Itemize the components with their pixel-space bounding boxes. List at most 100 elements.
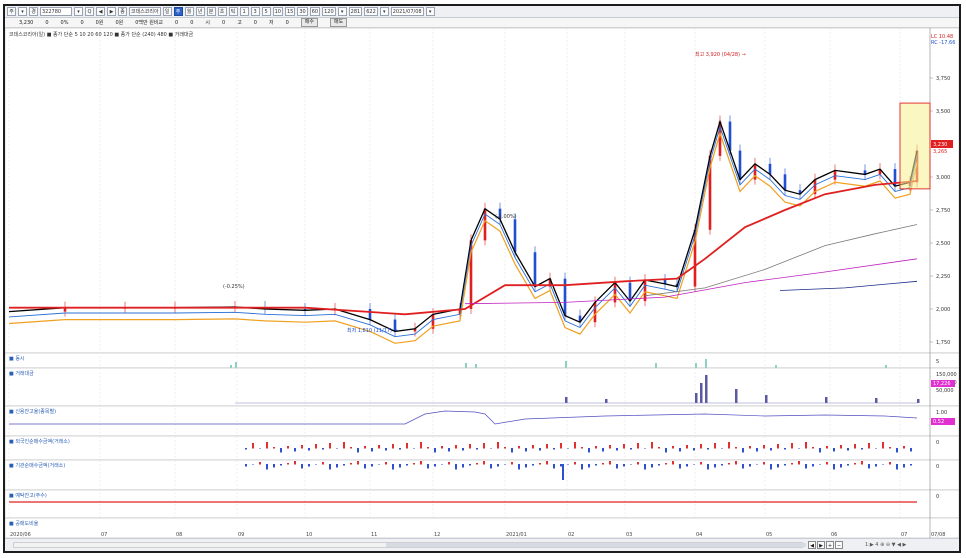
foreign-net-bar — [273, 447, 275, 449]
toolbar-button-27[interactable]: 622 — [364, 7, 378, 16]
status-bar: ◀ ▶ + − 1:▶ 4 ⊕ ⊖ ▼ ◀ ▶ — [5, 538, 959, 551]
toolbar-button-25[interactable]: ▾ — [337, 7, 347, 16]
trade-value-bar — [917, 399, 920, 403]
foreign-net-bar — [469, 444, 471, 449]
institution-net-bar — [609, 461, 611, 465]
institution-net-bar — [455, 464, 457, 470]
institution-net-bar — [245, 464, 247, 467]
toolbar-button-13[interactable]: 년 — [195, 7, 205, 16]
toolbar-button-10[interactable]: 일 — [162, 7, 172, 16]
sell-button[interactable]: 매도 — [329, 18, 348, 27]
foreign-net-bar — [574, 442, 576, 449]
toolbar-button-23[interactable]: 60 — [309, 7, 321, 16]
y-tick-label: 2,500 — [936, 241, 950, 247]
current-price-label: 3,230 — [933, 142, 947, 148]
foreign-net-bar — [714, 443, 716, 449]
institution-net-bar — [539, 463, 541, 465]
info-value-4: 0원 — [95, 20, 104, 26]
toolbar-button-8[interactable]: 종 — [118, 7, 127, 16]
panel-6 — [5, 489, 959, 519]
institution-net-bar — [665, 463, 667, 465]
foreign-net-bar — [497, 442, 499, 449]
candle-body — [533, 252, 537, 287]
candle-body — [513, 219, 517, 253]
price-panel-title: 코데스코리아(일) ■ 종가 단순 5 10 20 60 120 ■ 종가 단순… — [9, 31, 194, 38]
toolbar-button-16[interactable]: 틱 — [228, 7, 238, 16]
toolbar-button-24[interactable]: 120 — [322, 7, 336, 16]
status-right-text: 1:▶ 4 ⊕ ⊖ ▼ ◀ ▶ — [865, 542, 907, 548]
info-value-3: 0 — [80, 19, 84, 26]
foreign-net-bar — [581, 447, 583, 449]
toolbar-button-21[interactable]: 15 — [284, 7, 296, 16]
trade-value-bar — [735, 389, 738, 403]
scroll-left-button[interactable]: ◀ — [808, 541, 816, 549]
institution-net-bar — [868, 464, 870, 469]
toolbar-button-19[interactable]: 5 — [261, 7, 271, 16]
foreign-net-bar — [602, 448, 604, 452]
institution-net-bar — [651, 464, 653, 468]
foreign-net-bar — [770, 448, 772, 451]
institution-net-bar — [504, 464, 506, 465]
foreign-net-bar — [840, 445, 842, 449]
toolbar-button-7[interactable]: ▶ — [107, 7, 116, 16]
toolbar-button-4[interactable]: ▾ — [74, 7, 83, 16]
foreign-net-bar — [476, 448, 478, 450]
foreign-net-bar — [329, 443, 331, 449]
foreign-net-bar — [679, 448, 681, 452]
toolbar-button-12[interactable]: 월 — [184, 7, 194, 16]
subpanel-tick: 0 — [936, 440, 939, 446]
buy-button[interactable]: 매수 — [300, 18, 318, 27]
volume-bar — [465, 363, 467, 368]
zoom-in-button[interactable]: + — [826, 541, 834, 549]
horizontal-scrollbar[interactable] — [13, 542, 806, 548]
toolbar-button-22[interactable]: 30 — [297, 7, 308, 16]
institution-net-bar — [350, 463, 352, 465]
institution-net-bar — [861, 461, 863, 465]
toolbar-button-17[interactable]: 1 — [239, 7, 249, 16]
toolbar-button-28[interactable]: ▾ — [379, 7, 389, 16]
institution-net-bar — [518, 464, 520, 470]
info-value-10: 0 — [222, 19, 226, 26]
foreign-net-bar — [861, 448, 863, 450]
foreign-net-bar — [847, 448, 849, 451]
foreign-net-bar — [266, 442, 268, 449]
subpanel-tick: 50,000 — [936, 388, 954, 394]
trade-value-bar — [825, 397, 828, 403]
y-tick-label: 3,000 — [936, 175, 950, 181]
foreign-net-bar — [560, 443, 562, 449]
foreign-net-bar — [651, 442, 653, 449]
institution-net-bar — [679, 464, 681, 469]
toolbar-button-0[interactable]: 주 — [7, 7, 16, 16]
toolbar-button-18[interactable]: 3 — [250, 7, 260, 16]
toolbar-button-26[interactable]: 281 — [348, 7, 363, 16]
toolbar-button-30[interactable]: ▾ — [425, 7, 435, 16]
institution-net-bar — [623, 464, 625, 467]
scrollbar-thumb[interactable] — [386, 543, 806, 547]
trade-value-bar — [605, 399, 608, 403]
toolbar-button-5[interactable]: Q — [85, 7, 94, 16]
toolbar-button-6[interactable]: ◀ — [96, 7, 105, 16]
info-value-5: 0원 — [115, 20, 124, 26]
zoom-out-button[interactable]: − — [835, 541, 843, 549]
subpanel-badge-label: 0.52 — [933, 419, 944, 425]
subpanel-badge-label: 17,226 — [933, 381, 951, 387]
chart-area[interactable]: 2020/06 07 08 09 10 11 12 2021/01 02 03 04 05 06 07 07… — [5, 28, 959, 538]
toolbar-button-14[interactable]: 분 — [206, 7, 216, 16]
foreign-net-bar — [336, 448, 338, 449]
toolbar-button-3[interactable]: 322780 — [40, 7, 72, 16]
toolbar-button-2[interactable]: 경 — [29, 7, 38, 16]
toolbar-button-15[interactable]: 초 — [217, 7, 227, 16]
institution-net-bar — [903, 464, 905, 468]
toolbar-button-1[interactable]: ▾ — [18, 7, 27, 16]
scroll-right-button[interactable]: ▶ — [817, 541, 825, 549]
price-info-row: 3,230 0 0% 0 0원 0원 0백만 원비교 0 0 시 0 고 0 저 0 매수 매도 — [5, 18, 959, 28]
institution-net-bar — [875, 464, 877, 467]
foreign-net-bar — [763, 445, 765, 449]
toolbar-button-20[interactable]: 10 — [272, 7, 283, 16]
toolbar-button-11[interactable]: 주 — [173, 7, 183, 16]
panel-5 — [5, 459, 959, 491]
institution-net-bar — [756, 464, 758, 465]
info-value-7: 0 — [175, 19, 179, 26]
toolbar-button-29[interactable]: 2021/07/08 — [390, 7, 424, 16]
toolbar-button-9[interactable]: 코데스코리아 — [129, 7, 161, 16]
